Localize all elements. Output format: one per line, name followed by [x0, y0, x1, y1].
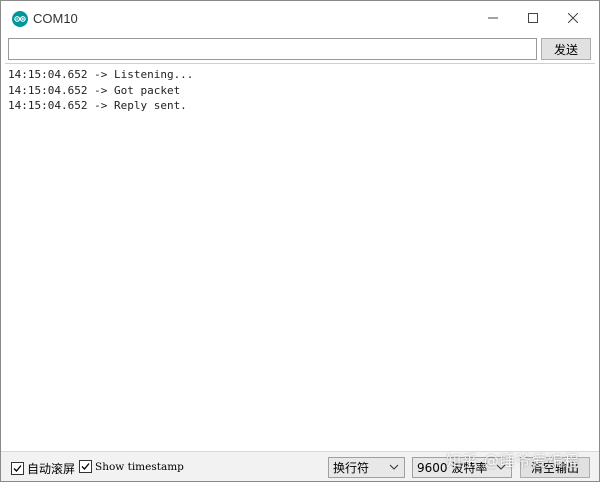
maximize-button[interactable]	[515, 1, 551, 35]
chevron-down-icon	[496, 464, 506, 470]
output-lines: 14:15:04.652 -> Listening... 14:15:04.652…	[5, 67, 193, 114]
baud-rate-value: 9600 波特率	[417, 461, 488, 475]
title-bar[interactable]: COM10	[1, 1, 599, 35]
checkbox-icon[interactable]	[79, 460, 92, 473]
close-button[interactable]	[555, 1, 591, 35]
autoscroll-label: 自动滚屏	[27, 462, 76, 476]
timestamp-label: Show timestamp	[95, 460, 184, 473]
minimize-icon	[488, 17, 498, 19]
line-ending-value: 换行符	[333, 461, 370, 475]
send-row: 发送	[1, 35, 599, 63]
output-line: 14:15:04.652 -> Reply sent.	[8, 99, 187, 112]
window-title: COM10	[33, 11, 78, 26]
serial-output[interactable]: 14:15:04.652 -> Listening... 14:15:04.652…	[5, 63, 595, 450]
line-ending-select[interactable]: 换行符	[328, 457, 405, 478]
checkbox-icon[interactable]	[11, 462, 24, 475]
close-icon	[568, 13, 578, 23]
bottom-toolbar: 自动滚屏 Show timestamp 换行符 9600 波特率 清空输出	[1, 451, 599, 481]
send-input[interactable]	[8, 38, 537, 60]
send-button[interactable]: 发送	[541, 38, 591, 60]
check-icon	[13, 465, 22, 472]
baud-rate-select[interactable]: 9600 波特率	[412, 457, 512, 478]
autoscroll-checkbox[interactable]: 自动滚屏	[11, 460, 75, 477]
timestamp-checkbox[interactable]: Show timestamp	[79, 460, 184, 473]
maximize-icon	[528, 13, 538, 23]
output-line: 14:15:04.652 -> Got packet	[8, 83, 181, 97]
check-icon	[81, 463, 90, 470]
serial-monitor-window: COM10 发送 14:15:04.652 -> Listening... 14:…	[0, 0, 600, 482]
arduino-icon	[12, 11, 28, 27]
clear-output-button[interactable]: 清空输出	[520, 457, 590, 478]
minimize-button[interactable]	[475, 1, 511, 35]
chevron-down-icon	[389, 464, 399, 470]
output-line: 14:15:04.652 -> Listening...	[8, 68, 194, 81]
